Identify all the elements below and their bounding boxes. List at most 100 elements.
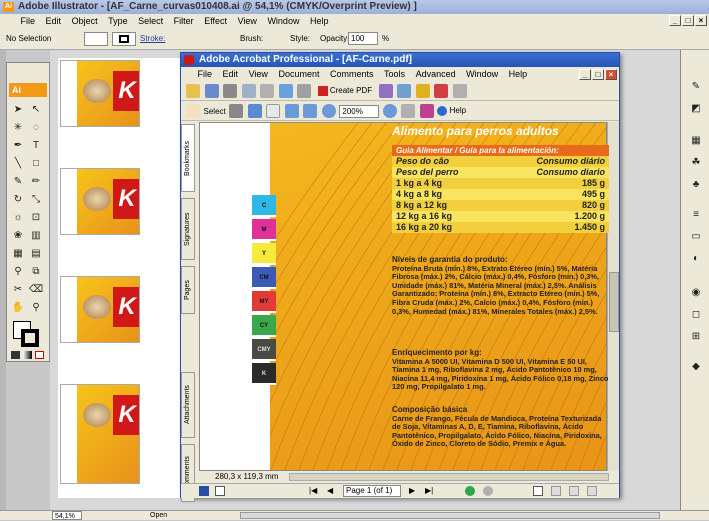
secure-icon[interactable] — [415, 84, 430, 98]
acrobat-horizontal-scrollbar[interactable] — [289, 473, 609, 481]
ai-menu-view[interactable]: View — [234, 16, 261, 26]
acrobat-menu-edit[interactable]: Edit — [219, 69, 243, 79]
ai-menu-help[interactable]: Help — [306, 16, 333, 26]
combine-icon[interactable] — [378, 84, 393, 98]
acrobat-menu-file[interactable]: File — [194, 69, 217, 79]
continuous-icon[interactable] — [551, 486, 561, 496]
tab-bookmarks[interactable]: Bookmarks — [181, 124, 195, 192]
acrobat-menu-document[interactable]: Document — [274, 69, 323, 79]
save-icon[interactable] — [204, 84, 219, 98]
none-mode-icon[interactable] — [35, 351, 44, 359]
facing-icon[interactable] — [569, 486, 579, 496]
ai-menu-edit[interactable]: Edit — [42, 16, 66, 26]
zoom-level-field[interactable]: 200% — [339, 104, 380, 118]
ai-menu-select[interactable]: Select — [134, 16, 167, 26]
tab-attachments[interactable]: Attachments — [181, 372, 195, 438]
forms-icon[interactable] — [452, 84, 467, 98]
warp-tool-icon[interactable]: ☼ — [11, 211, 25, 225]
ai-close-button[interactable]: × — [695, 15, 707, 26]
free-transform-tool-icon[interactable]: ⊡ — [29, 211, 43, 225]
slice-tool-icon[interactable]: ✂ — [11, 283, 25, 297]
lasso-tool-icon[interactable]: ◌ — [29, 121, 43, 135]
eraser-tool-icon[interactable]: ⌫ — [29, 283, 43, 297]
acrobat-restore-button[interactable]: □ — [592, 69, 604, 80]
sign-icon[interactable] — [434, 84, 449, 98]
page-thumbnail-icon[interactable] — [215, 486, 225, 496]
continuous-facing-icon[interactable] — [587, 486, 597, 496]
product-label-1[interactable]: K — [60, 60, 140, 127]
symbol-sprayer-tool-icon[interactable]: ❀ — [11, 229, 25, 243]
acrobat-close-button[interactable]: × — [605, 69, 617, 80]
fit-page-icon[interactable] — [284, 104, 299, 118]
go-forward-icon[interactable] — [483, 486, 493, 496]
ai-menu-effect[interactable]: Effect — [200, 16, 231, 26]
ai-horizontal-scrollbar[interactable] — [240, 512, 660, 519]
swatches-panel-icon[interactable]: ▦ — [689, 134, 703, 148]
stroke-swatch[interactable] — [112, 32, 136, 46]
type-tool-icon[interactable]: T — [29, 139, 43, 153]
ai-minimize-button[interactable]: _ — [669, 15, 681, 26]
selection-tool-icon[interactable]: ➤ — [11, 103, 25, 117]
tab-signatures[interactable]: Signatures — [181, 198, 195, 260]
tab-pages[interactable]: Pages — [181, 266, 195, 314]
acrobat-menu-comments[interactable]: Comments — [326, 69, 378, 79]
product-label-2[interactable]: K — [60, 168, 140, 235]
gradient-panel-icon[interactable]: ▭ — [689, 230, 703, 244]
brushes-panel-icon[interactable]: ✎ — [689, 80, 703, 94]
ai-menu-file[interactable]: File — [17, 16, 40, 26]
zoom-in-icon[interactable] — [382, 104, 397, 118]
hand-tool-icon[interactable]: ✋ — [11, 301, 25, 315]
open-icon[interactable] — [186, 84, 200, 98]
snapshot-icon[interactable] — [229, 104, 244, 118]
ai-menu-filter[interactable]: Filter — [170, 16, 198, 26]
first-page-icon[interactable]: |◀ — [309, 484, 317, 497]
acrobat-minimize-button[interactable]: _ — [579, 69, 591, 80]
acrobat-menu-view[interactable]: View — [245, 69, 272, 79]
ai-menu-window[interactable]: Window — [263, 16, 303, 26]
pencil-tool-icon[interactable]: ✏ — [29, 175, 43, 189]
zoom-out-icon[interactable] — [321, 104, 336, 118]
email-icon[interactable] — [241, 84, 256, 98]
zoom-field[interactable]: 54,1% — [52, 511, 82, 520]
search-icon[interactable] — [260, 84, 275, 98]
gradient-mode-icon[interactable] — [23, 351, 32, 359]
product-label-3[interactable]: K — [60, 276, 140, 343]
scale-tool-icon[interactable]: ⤡ — [29, 193, 43, 207]
layers-panel-icon[interactable]: ◻ — [689, 308, 703, 322]
ai-restore-button[interactable]: □ — [682, 15, 694, 26]
navigator-panel-icon[interactable]: ◆ — [689, 360, 703, 374]
stroke-panel-icon[interactable]: ≡ — [689, 208, 703, 222]
previous-page-icon[interactable]: ◀ — [327, 484, 333, 497]
gradient-tool-icon[interactable]: ▤ — [29, 247, 43, 261]
zoom-tool-icon[interactable]: ⚲ — [29, 301, 43, 315]
page-layout-icon[interactable] — [199, 486, 209, 496]
rectangle-tool-icon[interactable]: □ — [29, 157, 43, 171]
fill-swatch[interactable] — [84, 32, 108, 46]
print-icon[interactable] — [223, 84, 238, 98]
zoom-in-tool-icon[interactable] — [247, 104, 262, 118]
symbols-panel-icon[interactable]: ☘ — [689, 156, 703, 170]
graph-tool-icon[interactable]: ▥ — [29, 229, 43, 243]
acrobat-menu-window[interactable]: Window — [462, 69, 502, 79]
select-tool-button[interactable]: Select — [204, 107, 226, 116]
line-tool-icon[interactable]: ╲ — [11, 157, 25, 171]
go-back-icon[interactable] — [465, 486, 475, 496]
ai-menu-object[interactable]: Object — [68, 16, 102, 26]
vertical-scroll-thumb[interactable] — [609, 272, 619, 332]
export-icon[interactable] — [397, 84, 412, 98]
ym-icon[interactable] — [419, 104, 434, 118]
binoculars-icon[interactable] — [297, 84, 312, 98]
transparency-panel-icon[interactable]: ◐ — [689, 252, 703, 266]
direct-selection-tool-icon[interactable]: ↖ — [29, 103, 43, 117]
acrobat-menu-help[interactable]: Help — [505, 69, 532, 79]
mesh-tool-icon[interactable]: ▦ — [11, 247, 25, 261]
paintbrush-tool-icon[interactable]: ✎ — [11, 175, 25, 189]
stroke-label[interactable]: Stroke: — [140, 34, 165, 43]
links-panel-icon[interactable]: ⊞ — [689, 330, 703, 344]
appearance-panel-icon[interactable]: ◉ — [689, 286, 703, 300]
acrobat-menu-advanced[interactable]: Advanced — [412, 69, 460, 79]
actual-size-icon[interactable] — [266, 104, 281, 118]
help-button[interactable]: Help — [437, 106, 466, 116]
stroke-color-icon[interactable] — [21, 329, 39, 347]
ai-menu-type[interactable]: Type — [104, 16, 132, 26]
